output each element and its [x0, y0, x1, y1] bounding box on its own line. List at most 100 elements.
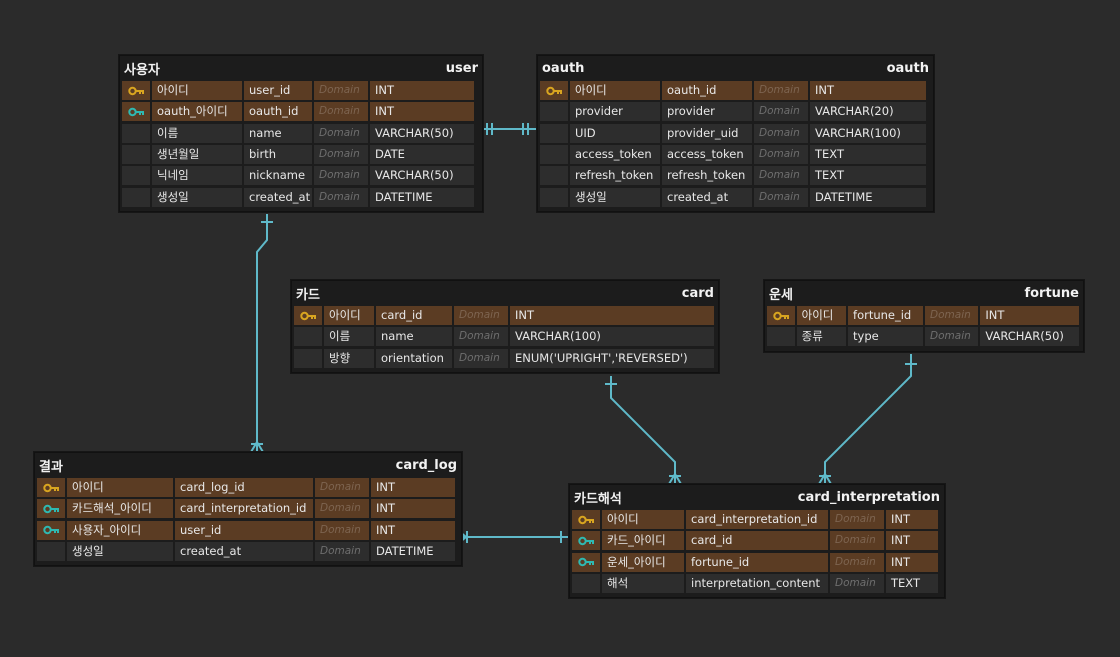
attribute-row[interactable]: 종류 type Domain VARCHAR(50) — [767, 326, 1081, 347]
domain-cell: Domain — [315, 499, 369, 519]
logical-name-cell: refresh_token — [570, 166, 660, 186]
domain-cell: Domain — [454, 348, 508, 368]
attribute-row[interactable]: 아이디 user_id Domain INT — [122, 80, 480, 101]
attribute-row[interactable]: 카드해석_아이디 card_interpretation_id Domain INT — [37, 498, 459, 519]
attribute-row[interactable]: 해석 interpretation_content Domain TEXT — [572, 573, 942, 594]
key-cell — [294, 327, 322, 347]
entity-header[interactable]: 사용자 user — [120, 56, 482, 80]
physical-name-cell: nickname — [244, 166, 312, 186]
type-cell: VARCHAR(50) — [370, 166, 474, 186]
rel-fortune-interp — [824, 354, 912, 484]
type-cell: INT — [510, 306, 714, 326]
entity-physical-name: user — [445, 60, 478, 76]
attribute-row[interactable]: refresh_token refresh_token Domain TEXT — [540, 165, 931, 186]
entity-card[interactable]: 카드 card 아이디 card_id Domain INT 이름 name Domain VAR… — [291, 280, 719, 373]
attribute-row[interactable]: 아이디 card_interpretation_id Domain INT — [572, 509, 942, 530]
type-cell: INT — [371, 478, 455, 498]
physical-name-cell: provider_uid — [662, 123, 752, 143]
logical-name-cell: access_token — [570, 145, 660, 165]
attribute-row[interactable]: 방향 orientation Domain ENUM('UPRIGHT','REVER… — [294, 348, 716, 369]
foreign-key-icon — [578, 536, 596, 546]
type-cell: VARCHAR(20) — [810, 102, 926, 122]
attribute-row[interactable]: UID provider_uid Domain VARCHAR(100) — [540, 123, 931, 144]
attribute-row[interactable]: 운세_아이디 fortune_id Domain INT — [572, 552, 942, 573]
key-cell — [767, 306, 795, 326]
domain-cell: Domain — [830, 552, 884, 572]
entity-physical-name: card_log — [395, 457, 457, 473]
key-cell — [540, 81, 568, 101]
attribute-row[interactable]: 생년월일 birth Domain DATE — [122, 144, 480, 165]
type-cell: INT — [810, 81, 926, 101]
primary-key-icon — [43, 483, 61, 493]
logical-name-cell: 생성일 — [570, 187, 660, 207]
attribute-row[interactable]: 아이디 card_id Domain INT — [294, 305, 716, 326]
attribute-row[interactable]: 아이디 card_log_id Domain INT — [37, 477, 459, 498]
type-cell: ENUM('UPRIGHT','REVERSED') — [510, 348, 714, 368]
domain-cell: Domain — [925, 306, 979, 326]
entity-logical-name: 카드 — [296, 287, 320, 303]
domain-cell: Domain — [754, 123, 808, 143]
entity-physical-name: card_interpretation — [797, 489, 940, 505]
key-cell — [540, 166, 568, 186]
key-cell — [122, 145, 150, 165]
entity-physical-name: card — [681, 285, 714, 301]
attribute-row[interactable]: access_token access_token Domain TEXT — [540, 144, 931, 165]
key-cell — [572, 552, 600, 572]
key-cell — [122, 166, 150, 186]
entity-header[interactable]: 결과 card_log — [35, 453, 461, 477]
entity-header[interactable]: 카드해석 card_interpretation — [570, 485, 944, 509]
key-cell — [122, 81, 150, 101]
physical-name-cell: interpretation_content — [686, 574, 828, 594]
key-cell — [572, 574, 600, 594]
physical-name-cell: user_id — [175, 520, 313, 540]
attribute-row[interactable]: 이름 name Domain VARCHAR(50) — [122, 123, 480, 144]
physical-name-cell: refresh_token — [662, 166, 752, 186]
physical-name-cell: user_id — [244, 81, 312, 101]
type-cell: INT — [371, 499, 455, 519]
key-cell — [122, 123, 150, 143]
attribute-row[interactable]: 이름 name Domain VARCHAR(100) — [294, 326, 716, 347]
entity-logical-name: 카드해석 — [574, 491, 622, 507]
entity-header[interactable]: 운세 fortune — [765, 281, 1083, 305]
primary-key-icon — [128, 86, 146, 96]
entity-logical-name: 사용자 — [124, 62, 160, 78]
logical-name-cell: 사용자_아이디 — [67, 520, 173, 540]
entity-header[interactable]: 카드 card — [292, 281, 718, 305]
attribute-row[interactable]: 카드_아이디 card_id Domain INT — [572, 530, 942, 551]
attribute-row[interactable]: 사용자_아이디 user_id Domain INT — [37, 520, 459, 541]
entity-logical-name: oauth — [542, 60, 585, 76]
logical-name-cell: 닉네임 — [152, 166, 242, 186]
domain-cell: Domain — [315, 478, 369, 498]
key-cell — [767, 327, 795, 347]
attribute-row[interactable]: 생성일 created_at Domain DATETIME — [122, 186, 480, 207]
domain-cell: Domain — [314, 145, 368, 165]
entity-user[interactable]: 사용자 user 아이디 user_id Domain INT oauth_아이디 oauth… — [119, 55, 483, 212]
key-cell — [37, 520, 65, 540]
physical-name-cell: fortune_id — [848, 306, 924, 326]
type-cell: TEXT — [810, 145, 926, 165]
attribute-row[interactable]: oauth_아이디 oauth_id Domain INT — [122, 101, 480, 122]
key-cell — [37, 478, 65, 498]
foreign-key-icon — [128, 107, 146, 117]
attribute-row[interactable]: 생성일 created_at Domain DATETIME — [37, 541, 459, 562]
type-cell: VARCHAR(100) — [510, 327, 714, 347]
attribute-row[interactable]: provider provider Domain VARCHAR(20) — [540, 101, 931, 122]
entity-fortune[interactable]: 운세 fortune 아이디 fortune_id Domain INT 종류 type Dom… — [764, 280, 1084, 352]
entity-card-log[interactable]: 결과 card_log 아이디 card_log_id Domain INT 카드해석_아이… — [34, 452, 462, 567]
primary-key-icon — [546, 86, 564, 96]
key-cell — [37, 499, 65, 519]
type-cell: INT — [886, 552, 938, 572]
attribute-row[interactable]: 생성일 created_at Domain DATETIME — [540, 186, 931, 207]
type-cell: INT — [886, 510, 938, 530]
domain-cell: Domain — [454, 327, 508, 347]
attribute-row[interactable]: 아이디 fortune_id Domain INT — [767, 305, 1081, 326]
entity-card-interpretation[interactable]: 카드해석 card_interpretation 아이디 card_interpret… — [569, 484, 945, 599]
logical-name-cell: 아이디 — [570, 81, 660, 101]
attribute-row[interactable]: 아이디 oauth_id Domain INT — [540, 80, 931, 101]
logical-name-cell: 운세_아이디 — [602, 552, 684, 572]
physical-name-cell: card_id — [376, 306, 452, 326]
entity-oauth[interactable]: oauth oauth 아이디 oauth_id Domain INT provider pr… — [537, 55, 934, 212]
key-cell — [122, 102, 150, 122]
attribute-row[interactable]: 닉네임 nickname Domain VARCHAR(50) — [122, 165, 480, 186]
entity-header[interactable]: oauth oauth — [538, 56, 933, 80]
